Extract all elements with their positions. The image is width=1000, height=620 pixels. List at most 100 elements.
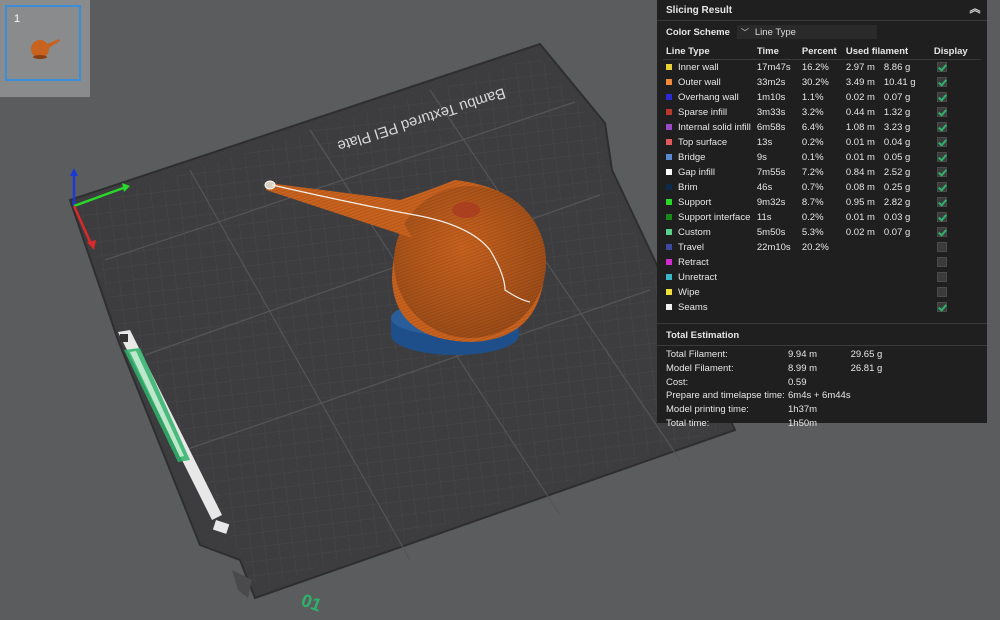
estimation-key: Model printing time: (666, 404, 749, 416)
col-used-filament: Used filament (845, 45, 909, 57)
percent-cell (799, 300, 843, 315)
line-type-row: Overhang wall 1m10s 1.1% 0.02 m 0.07 g (663, 90, 981, 105)
color-swatch (666, 214, 672, 221)
display-checkbox[interactable] (936, 212, 947, 223)
display-checkbox[interactable] (936, 287, 947, 298)
weight-cell: 0.07 g (883, 92, 911, 103)
length-cell: 0.02 m (845, 227, 875, 238)
line-type-name: Internal solid infill (678, 122, 751, 133)
display-checkbox[interactable] (936, 302, 947, 313)
length-cell: 3.49 m (845, 77, 875, 88)
line-type-row: Support 9m32s 8.7% 0.95 m 2.82 g (663, 195, 981, 210)
line-type-name: Top surface (678, 137, 728, 148)
display-checkbox[interactable] (936, 182, 947, 193)
length-cell: 0.44 m (845, 107, 875, 118)
percent-cell (799, 270, 843, 285)
line-type-table: Line Type Time Percent Used filament Dis… (663, 43, 981, 315)
time-cell (754, 300, 799, 315)
length-cell: 0.01 m (845, 137, 875, 148)
line-type-cell: Support (663, 195, 754, 210)
line-type-row: Custom 5m50s 5.3% 0.02 m 0.07 g (663, 225, 981, 240)
time-cell: 6m58s (756, 122, 786, 133)
length-cell: 0.01 m (845, 152, 875, 163)
line-type-cell: Gap infill (663, 165, 754, 180)
line-type-name: Outer wall (678, 77, 721, 88)
percent-cell: 3.2% (801, 107, 824, 118)
line-type-cell: Bridge (663, 150, 754, 165)
weight-cell: 0.05 g (883, 152, 911, 163)
estimation-value: 8.99 m (788, 363, 818, 375)
display-checkbox[interactable] (936, 227, 947, 238)
length-cell (843, 240, 881, 255)
estimation-row: Total time: 1h50m (666, 416, 882, 430)
estimation-value-2 (851, 389, 883, 403)
weight-cell: 0.25 g (883, 182, 911, 193)
color-scheme-select[interactable]: ﹀ Line Type (736, 25, 877, 39)
time-cell: 13s (756, 137, 773, 148)
length-cell (843, 300, 881, 315)
color-swatch (666, 94, 672, 101)
estimation-value: 9.94 m (788, 349, 818, 361)
estimation-key: Total Filament: (666, 349, 728, 361)
time-cell: 9m32s (756, 197, 786, 208)
weight-cell: 2.82 g (883, 197, 911, 208)
time-cell: 46s (756, 182, 773, 193)
chevron-down-icon: ﹀ (740, 27, 749, 37)
plate-thumbnail[interactable]: 1 (0, 0, 90, 97)
line-type-name: Wipe (678, 287, 700, 298)
line-type-row: Wipe (663, 285, 981, 300)
color-swatch (666, 109, 672, 116)
color-swatch (666, 289, 672, 296)
length-cell: 0.02 m (845, 92, 875, 103)
estimation-row: Total Filament: 9.94 m 29.65 g (666, 348, 882, 362)
color-swatch (666, 79, 672, 86)
display-checkbox[interactable] (936, 152, 947, 163)
estimation-row: Model printing time: 1h37m (666, 403, 882, 417)
estimation-key: Total time: (666, 417, 710, 429)
line-type-row: Retract (663, 255, 981, 270)
line-type-cell: Retract (663, 255, 754, 270)
percent-cell: 30.2% (801, 77, 829, 88)
display-checkbox[interactable] (936, 92, 947, 103)
length-cell: 0.08 m (845, 182, 875, 193)
line-type-cell: Seams (663, 300, 754, 315)
line-type-name: Inner wall (678, 62, 719, 73)
time-cell: 22m10s (756, 242, 791, 253)
display-checkbox[interactable] (936, 137, 947, 148)
collapse-icon[interactable]: ︽ (969, 3, 981, 15)
display-checkbox[interactable] (936, 167, 947, 178)
weight-cell (881, 240, 931, 255)
display-checkbox[interactable] (936, 242, 947, 253)
color-swatch (666, 139, 672, 146)
time-cell: 17m47s (756, 62, 791, 73)
weight-cell (881, 300, 931, 315)
line-type-row: Internal solid infill 6m58s 6.4% 1.08 m 3.23… (663, 120, 981, 135)
line-type-row: Outer wall 33m2s 30.2% 3.49 m 10.41 g (663, 75, 981, 90)
display-checkbox[interactable] (936, 77, 947, 88)
weight-cell: 10.41 g (883, 77, 916, 88)
display-checkbox[interactable] (936, 62, 947, 73)
percent-cell: 0.1% (801, 152, 824, 163)
length-cell: 1.08 m (845, 122, 875, 133)
display-checkbox[interactable] (936, 107, 947, 118)
col-percent: Percent (801, 45, 837, 57)
color-scheme-row: Color Scheme ﹀ Line Type (657, 21, 987, 43)
weight-cell: 0.07 g (883, 227, 911, 238)
display-checkbox[interactable] (936, 257, 947, 268)
col-display: Display (933, 45, 968, 57)
time-cell: 9s (756, 152, 767, 163)
estimation-value-2 (851, 403, 883, 417)
color-swatch (666, 259, 672, 266)
line-type-name: Overhang wall (678, 92, 739, 103)
line-type-cell: Travel (663, 240, 754, 255)
display-checkbox[interactable] (936, 122, 947, 133)
display-checkbox[interactable] (936, 272, 947, 283)
weight-cell (881, 285, 931, 300)
time-cell: 1m10s (756, 92, 786, 103)
percent-cell: 20.2% (801, 242, 829, 253)
time-cell: 7m55s (756, 167, 786, 178)
display-checkbox[interactable] (936, 197, 947, 208)
line-type-cell: Support interface (663, 210, 754, 225)
line-type-name: Unretract (678, 272, 718, 283)
line-type-cell: Wipe (663, 285, 754, 300)
